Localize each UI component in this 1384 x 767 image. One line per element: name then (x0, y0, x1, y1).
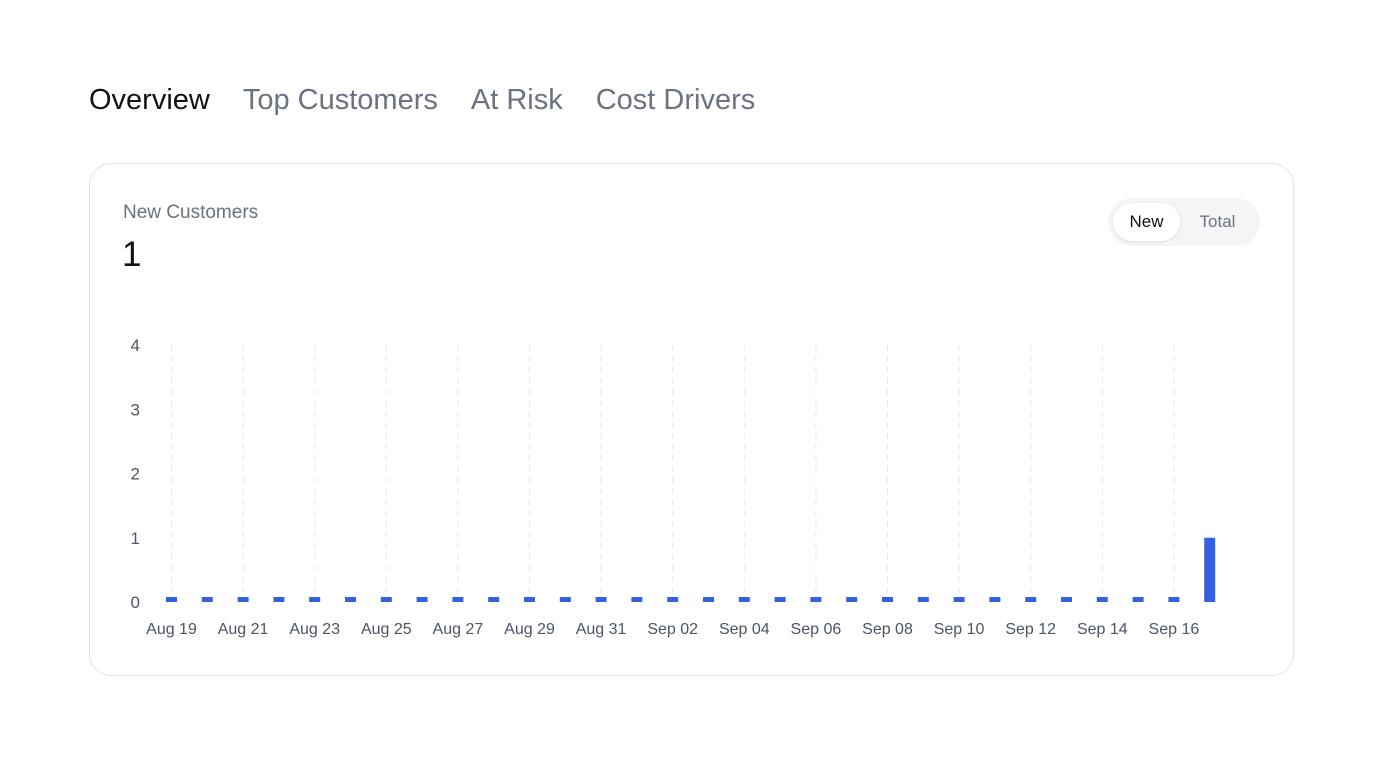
tab-top-customers[interactable]: Top Customers (243, 80, 438, 120)
card-title: New Customers (123, 202, 259, 223)
new-customers-card: New Customers 1 New Total (89, 163, 1294, 676)
toggle-total-button[interactable]: Total (1180, 203, 1255, 241)
tab-overview[interactable]: Overview (89, 80, 210, 120)
tab-bar: Overview Top Customers At Risk Cost Driv… (89, 80, 755, 120)
tab-at-risk[interactable]: At Risk (471, 80, 563, 120)
tab-cost-drivers[interactable]: Cost Drivers (596, 80, 756, 120)
new-total-toggle: New Total (1108, 198, 1260, 246)
card-value: 1 (122, 235, 142, 274)
toggle-new-button[interactable]: New (1113, 203, 1180, 241)
